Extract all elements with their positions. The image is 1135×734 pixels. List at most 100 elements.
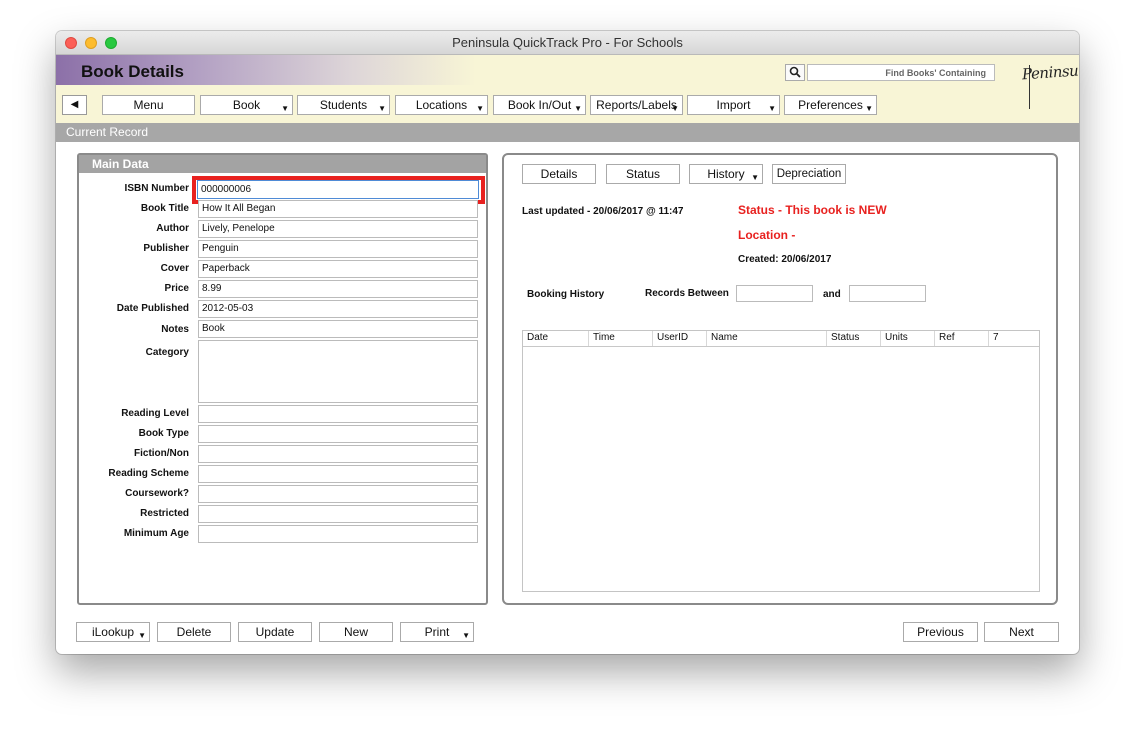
previous-label: Previous (917, 625, 964, 639)
tab-depreciation[interactable]: Depreciation (772, 164, 846, 184)
caret-down-icon: ▼ (574, 104, 582, 113)
isbn-label: ISBN Number (124, 183, 189, 194)
category-field[interactable] (198, 340, 478, 403)
main-data-header: Main Data (79, 155, 486, 173)
booking-history-table[interactable]: Date Time UserID Name Status Units Ref 7 (522, 330, 1040, 592)
import-label: Import (716, 98, 751, 112)
ilookup-label: iLookup (91, 625, 135, 639)
minimum-age-field[interactable] (198, 525, 478, 543)
status-text: Status - This book is NEW (738, 203, 887, 217)
column-ref[interactable]: Ref (935, 331, 989, 346)
coursework-field[interactable] (198, 485, 478, 503)
restricted-field[interactable] (198, 505, 478, 523)
records-between-label: Records Between (645, 288, 729, 299)
delete-button[interactable]: Delete (157, 622, 231, 642)
tab-history-label: History (707, 167, 745, 181)
records-to-field[interactable] (849, 285, 926, 302)
column-name[interactable]: Name (707, 331, 827, 346)
reading-level-label: Reading Level (121, 408, 189, 419)
reports-labels-label: Reports/Labels (596, 98, 677, 112)
publisher-label: Publisher (143, 243, 189, 254)
reading-scheme-field[interactable] (198, 465, 478, 483)
category-label: Category (145, 347, 189, 358)
window-title: Peninsula QuickTrack Pro - For Schools (452, 35, 683, 50)
column-time[interactable]: Time (589, 331, 653, 346)
next-button[interactable]: Next (984, 622, 1059, 642)
minimum-age-label: Minimum Age (123, 528, 189, 539)
main-data-title: Main Data (92, 157, 149, 171)
menu-button[interactable]: Menu (102, 95, 195, 115)
publisher-field[interactable]: Penguin (198, 240, 478, 258)
tab-history[interactable]: History ▼ (689, 164, 763, 184)
print-button[interactable]: Print ▼ (400, 622, 474, 642)
caret-down-icon: ▼ (476, 104, 484, 113)
locations-label: Locations (415, 98, 468, 112)
price-field[interactable]: 8.99 (198, 280, 478, 298)
main-data-panel: Main Data ISBN Number 000000006 Book Tit… (77, 153, 488, 605)
book-in-out-label: Book In/Out (507, 98, 572, 112)
preferences-label: Preferences (798, 98, 863, 112)
update-button[interactable]: Update (238, 622, 312, 642)
caret-down-icon: ▼ (378, 104, 386, 113)
caret-down-icon: ▼ (671, 104, 679, 113)
search-input[interactable] (807, 64, 995, 81)
author-field[interactable]: Lively, Penelope (198, 220, 478, 238)
students-menu-button[interactable]: Students ▼ (297, 95, 390, 115)
caret-down-icon: ▼ (865, 104, 873, 113)
reports-labels-menu-button[interactable]: Reports/Labels ▼ (590, 95, 683, 115)
update-label: Update (255, 625, 295, 639)
records-from-field[interactable] (736, 285, 813, 302)
created-text: Created: 20/06/2017 (738, 254, 832, 265)
menu-label: Menu (133, 98, 164, 112)
delete-label: Delete (176, 625, 212, 639)
preferences-menu-button[interactable]: Preferences ▼ (784, 95, 877, 115)
cover-field[interactable]: Paperback (198, 260, 478, 278)
book-in-out-menu-button[interactable]: Book In/Out ▼ (493, 95, 586, 115)
caret-down-icon: ▼ (138, 631, 146, 640)
back-button[interactable]: ◀ (62, 95, 87, 115)
caret-down-icon: ▼ (768, 104, 776, 113)
next-label: Next (1009, 625, 1034, 639)
app-window: Peninsula QuickTrack Pro - For Schools B… (56, 31, 1079, 654)
and-label: and (823, 289, 841, 300)
fiction-non-field[interactable] (198, 445, 478, 463)
column-7[interactable]: 7 (989, 331, 1039, 346)
tab-status-label: Status (625, 167, 661, 181)
date-published-field[interactable]: 2012-05-03 (198, 300, 478, 318)
reading-level-field[interactable] (198, 405, 478, 423)
column-units[interactable]: Units (881, 331, 935, 346)
last-updated-text: Last updated - 20/06/2017 @ 11:47 (522, 206, 684, 217)
tab-status[interactable]: Status (606, 164, 680, 184)
book-type-label: Book Type (138, 428, 189, 439)
notes-label: Notes (161, 324, 189, 335)
students-label: Students (319, 98, 368, 112)
current-record-label: Current Record (66, 125, 149, 139)
previous-button[interactable]: Previous (903, 622, 978, 642)
new-button[interactable]: New (319, 622, 393, 642)
print-label: Print (424, 625, 450, 639)
column-userid[interactable]: UserID (653, 331, 707, 346)
book-title-label: Book Title (140, 203, 189, 214)
import-menu-button[interactable]: Import ▼ (687, 95, 780, 115)
book-type-field[interactable] (198, 425, 478, 443)
column-date[interactable]: Date (523, 331, 589, 346)
new-label: New (343, 625, 368, 639)
date-published-label: Date Published (116, 303, 189, 314)
book-title-field[interactable]: How It All Began (198, 200, 478, 218)
ilookup-button[interactable]: iLookup ▼ (76, 622, 150, 642)
isbn-field[interactable]: 000000006 (197, 180, 479, 199)
title-bar: Peninsula QuickTrack Pro - For Schools (56, 31, 1079, 55)
current-record-bar: Current Record (56, 123, 1079, 142)
locations-menu-button[interactable]: Locations ▼ (395, 95, 488, 115)
restricted-label: Restricted (140, 508, 189, 519)
book-menu-button[interactable]: Book ▼ (200, 95, 293, 115)
column-status[interactable]: Status (827, 331, 881, 346)
tab-depreciation-label: Depreciation (776, 168, 842, 180)
tab-details[interactable]: Details (522, 164, 596, 184)
notes-field[interactable]: Book (198, 320, 478, 338)
fiction-non-label: Fiction/Non (134, 448, 189, 459)
coursework-label: Coursework? (125, 488, 189, 499)
reading-scheme-label: Reading Scheme (108, 468, 189, 479)
cover-label: Cover (160, 263, 189, 274)
search-icon[interactable] (785, 64, 805, 81)
